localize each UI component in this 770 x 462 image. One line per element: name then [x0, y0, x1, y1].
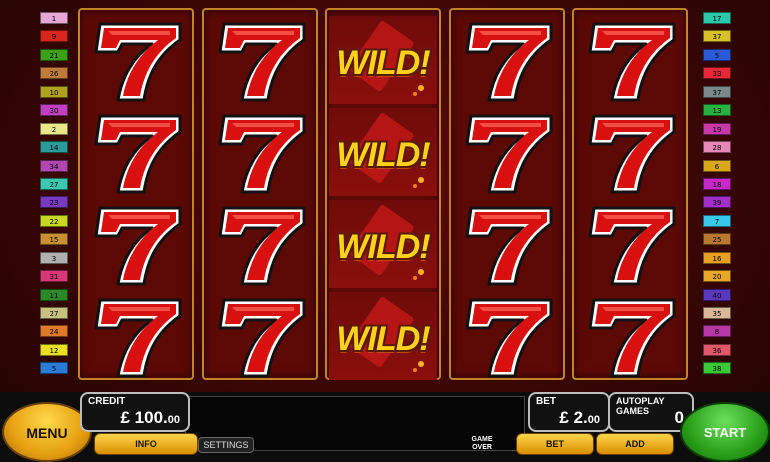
- payline-badge: 2: [40, 122, 68, 135]
- payline-badge: 35: [703, 307, 731, 319]
- bet-panel: BET £ 2.00: [528, 392, 610, 432]
- payline-badge: 15: [40, 233, 68, 246]
- payline-badge: 18: [703, 177, 731, 190]
- reel-2: [202, 8, 318, 380]
- payline-badge: 34: [40, 159, 68, 172]
- payline-badge: 37: [703, 85, 731, 98]
- credit-currency: £: [120, 408, 130, 427]
- payline-badge: 8: [703, 325, 731, 338]
- start-button[interactable]: START: [680, 402, 770, 462]
- seven-symbol: [82, 200, 190, 288]
- wild-text: WILD!: [336, 228, 430, 266]
- bet-value: £ 2.00: [559, 408, 600, 428]
- payline-badge: 37: [703, 30, 731, 43]
- seven-symbol: [453, 16, 561, 104]
- wild-symbol: WILD!: [329, 200, 437, 288]
- payline-badge: 7: [703, 214, 731, 227]
- payline-badge: 12: [40, 343, 68, 356]
- seven-symbol: [453, 200, 561, 288]
- info-button[interactable]: INFO: [94, 433, 198, 455]
- seven-symbol: [453, 292, 561, 380]
- bet-main: 2.: [573, 408, 588, 427]
- seven-symbol: [82, 16, 190, 104]
- game-over-line1: GAME: [471, 436, 493, 443]
- seven-symbol: [206, 108, 314, 196]
- reel-1: [78, 8, 194, 380]
- seven-symbol: [206, 16, 314, 104]
- payline-badge: 5: [40, 362, 68, 375]
- bet-currency: £: [559, 408, 569, 427]
- seven-symbol: [453, 108, 561, 196]
- payline-badge: 14: [40, 141, 68, 154]
- seven-symbol: [576, 200, 684, 288]
- game-over-line2: OVER: [472, 444, 492, 451]
- payline-badge: 26: [40, 67, 68, 80]
- payline-badge: 6: [703, 159, 731, 172]
- credit-cents: 00: [167, 414, 180, 426]
- payline-badge: 36: [703, 343, 731, 356]
- add-button[interactable]: ADD: [596, 433, 674, 455]
- payline-badge: 27: [40, 177, 68, 190]
- payline-badge: 30: [40, 104, 68, 117]
- payline-badge: 24: [40, 325, 68, 338]
- payline-badge: 40: [703, 288, 731, 301]
- reel-4: [449, 8, 565, 380]
- credit-value: £ 100.00: [120, 408, 180, 428]
- payline-badge: 13: [703, 104, 731, 117]
- seven-symbol: [576, 16, 684, 104]
- bet-button[interactable]: BET: [516, 433, 594, 455]
- payline-badge: 3: [40, 251, 68, 264]
- payline-badge: 1: [40, 12, 68, 24]
- bet-cents: 00: [587, 414, 600, 426]
- credit-main: 100.: [134, 408, 168, 427]
- payline-indicators-right: 17 37 5 33 37 13 19 28 6 18 39 7 25 16 20 40 35 8 36 38: [703, 12, 731, 381]
- payline-badge: 23: [40, 196, 68, 209]
- reel-5: [572, 8, 688, 380]
- wild-text: WILD!: [336, 44, 430, 82]
- wild-symbol: WILD!: [329, 16, 437, 104]
- seven-symbol: [82, 292, 190, 380]
- reel-3: WILD! WILD! WILD! WILD!: [325, 8, 441, 380]
- payline-badge: 9: [40, 30, 68, 43]
- payline-badge: 5: [703, 48, 731, 61]
- seven-symbol: [82, 108, 190, 196]
- payline-badge: 25: [703, 233, 731, 246]
- payline-badge: 16: [703, 251, 731, 264]
- payline-badge: 19: [703, 122, 731, 135]
- game-over-indicator: GAME OVER: [462, 436, 502, 454]
- payline-badge: 21: [40, 48, 68, 61]
- wild-symbol: WILD!: [329, 292, 437, 380]
- wild-text: WILD!: [336, 320, 430, 358]
- payline-badge: 17: [703, 12, 731, 24]
- wild-symbol: WILD!: [329, 108, 437, 196]
- bet-label: BET: [536, 396, 556, 407]
- seven-symbol: [576, 292, 684, 380]
- credit-label: CREDIT: [88, 396, 126, 407]
- payline-badge: 38: [703, 362, 731, 375]
- menu-button[interactable]: MENU: [2, 402, 92, 462]
- payline-badge: 10: [40, 85, 68, 98]
- settings-button[interactable]: SETTINGS: [198, 437, 254, 453]
- payline-badge: 11: [40, 288, 68, 301]
- credit-panel: CREDIT £ 100.00: [80, 392, 190, 432]
- payline-badge: 28: [703, 141, 731, 154]
- payline-indicators-left: 1 9 21 26 10 30 2 14 34 27 23 22 15 3 31 11 27 24 12 5: [40, 12, 68, 381]
- payline-badge: 22: [40, 214, 68, 227]
- payline-badge: 33: [703, 67, 731, 80]
- payline-badge: 27: [40, 307, 68, 319]
- payline-badge: 39: [703, 196, 731, 209]
- payline-badge: 31: [40, 270, 68, 283]
- seven-symbol: [206, 292, 314, 380]
- seven-symbol: [206, 200, 314, 288]
- wild-text: WILD!: [336, 136, 430, 174]
- seven-symbol: [576, 108, 684, 196]
- payline-badge: 20: [703, 270, 731, 283]
